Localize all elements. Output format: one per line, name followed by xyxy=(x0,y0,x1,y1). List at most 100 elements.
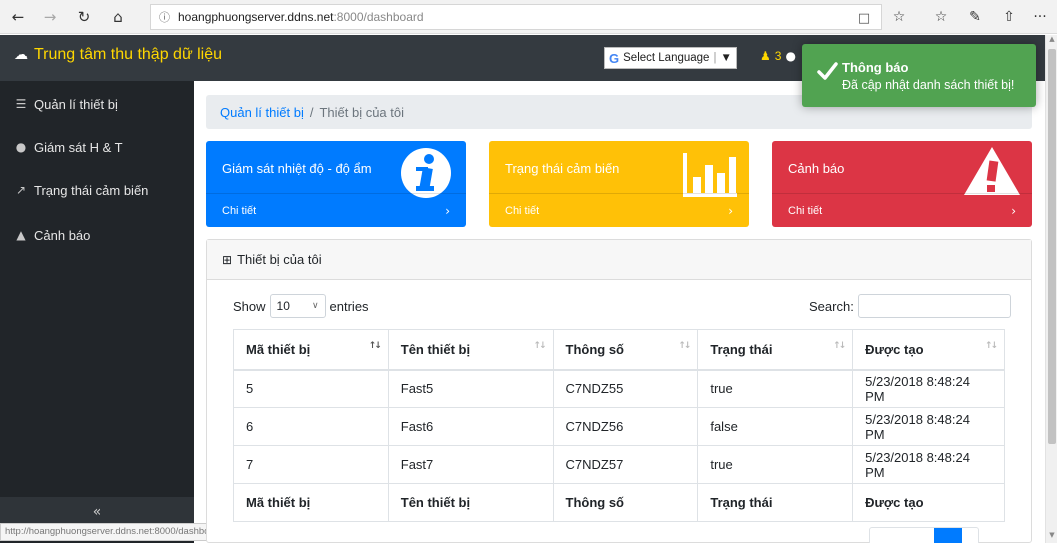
refresh-icon[interactable]: ↻ xyxy=(70,3,98,31)
column-footer-label: Mã thiết bị xyxy=(233,483,389,522)
chevron-down-icon: ∨ xyxy=(311,301,319,311)
sort-icon: ↑↓ xyxy=(984,341,998,351)
sidebar-item-device-management[interactable]: ☰ Quản lí thiết bị xyxy=(0,84,194,124)
toast-message: Đã cập nhật danh sách thiết bị! xyxy=(842,78,1015,92)
account-icon[interactable]: ● xyxy=(785,49,795,63)
search-input[interactable] xyxy=(857,294,1011,318)
pagination[interactable] xyxy=(869,527,979,543)
home-icon[interactable]: ⌂ xyxy=(104,3,132,31)
favorites-bar-icon[interactable]: ☆ xyxy=(928,4,954,30)
table-row: 6 Fast6 C7NDZ56 false 5/23/2018 8:48:24 … xyxy=(233,407,1005,446)
devices-panel-header: ⊞ Thiết bị của tôi xyxy=(207,240,1031,280)
language-select[interactable]: G Select Language | ▼ xyxy=(604,47,737,69)
column-header-label: Trạng thái xyxy=(710,341,773,357)
url-host: hoangphuongserver.ddns.net xyxy=(178,10,334,24)
pen-icon[interactable]: ✎ xyxy=(962,4,988,30)
chevron-right-icon: › xyxy=(445,203,450,218)
card-footer-label: Chi tiết xyxy=(505,204,540,217)
column-header-device-id[interactable]: Mã thiết bị ↑↓ xyxy=(233,329,389,371)
scroll-down-icon[interactable]: ▼ xyxy=(1046,531,1057,543)
card-footer-link[interactable]: Chi tiết › xyxy=(772,193,1032,227)
table-footer-row: Mã thiết bị Tên thiết bị Thông số Trạng … xyxy=(233,483,1005,522)
page-length-select[interactable]: 10 ∨ xyxy=(269,294,326,318)
user-menu[interactable]: ♟ 3 ● xyxy=(760,49,796,63)
url-path: :8000/dashboard xyxy=(333,10,424,24)
double-chevron-left-icon: « xyxy=(92,504,102,520)
devices-panel-title: Thiết bị của tôi xyxy=(237,252,322,267)
check-icon xyxy=(817,62,838,80)
column-footer-label: Thông số xyxy=(552,483,699,522)
language-label: Select Language xyxy=(623,52,710,64)
column-header-label: Thông số xyxy=(565,341,625,357)
card-title: Giám sát nhiệt độ - độ ẩm xyxy=(222,161,372,176)
breadcrumb-link[interactable]: Quản lí thiết bị xyxy=(220,105,304,120)
column-header-created[interactable]: Được tạo ↑↓ xyxy=(852,329,1005,371)
search-label: Search: xyxy=(809,298,854,314)
line-chart-icon: ↗ xyxy=(15,183,27,197)
share-icon[interactable]: ⇧ xyxy=(996,4,1022,30)
card-footer-link[interactable]: Chi tiết › xyxy=(489,193,749,227)
site-info-icon[interactable]: ⓘ xyxy=(159,9,170,25)
google-icon: G xyxy=(609,50,620,66)
table-cell: true xyxy=(697,369,854,408)
sidebar-item-label: Cảnh báo xyxy=(34,227,91,243)
sidebar-item-alerts[interactable]: ▲ Cảnh báo xyxy=(0,215,194,255)
toast-notification[interactable]: Thông báo Đã cập nhật danh sách thiết bị… xyxy=(802,44,1036,107)
table-search-control: Search: xyxy=(809,294,1011,318)
reading-view-icon[interactable]: □ xyxy=(853,5,875,31)
card-alerts[interactable]: Cảnh báo Chi tiết › xyxy=(772,141,1032,227)
sidebar-item-monitoring[interactable]: ● Giám sát H & T xyxy=(0,127,194,167)
scrollbar-thumb[interactable] xyxy=(1048,49,1056,444)
cloud-icon: ☁ xyxy=(14,47,28,63)
show-label: Show xyxy=(233,298,266,314)
favorite-icon[interactable]: ☆ xyxy=(886,4,912,30)
brand[interactable]: ☁ Trung tâm thu thập dữ liệu xyxy=(14,46,222,64)
column-header-label: Mã thiết bị xyxy=(246,341,311,357)
card-sensor-status[interactable]: Trạng thái cảm biến Chi tiết › xyxy=(489,141,749,227)
column-header-parameters[interactable]: Thông số ↑↓ xyxy=(552,329,699,371)
page-scrollbar[interactable]: ▲ ▼ xyxy=(1045,35,1057,543)
table-cell: 5 xyxy=(233,369,389,408)
address-bar[interactable]: ⓘ hoangphuongserver.ddns.net:8000/dashbo… xyxy=(150,4,882,30)
table-cell: Fast7 xyxy=(387,445,554,484)
card-title: Cảnh báo xyxy=(788,161,845,176)
column-footer-label: Được tạo xyxy=(852,483,1005,522)
page-length-control: Show 10 ∨ entries xyxy=(233,294,369,318)
column-footer-label: Trạng thái xyxy=(697,483,854,522)
card-footer-label: Chi tiết xyxy=(222,204,257,217)
sidebar-item-label: Quản lí thiết bị xyxy=(34,96,118,112)
table-header-row: Mã thiết bị ↑↓ Tên thiết bị ↑↓ Thông số ↑↓ … xyxy=(233,329,1005,371)
card-monitoring[interactable]: Giám sát nhiệt độ - độ ẩm Chi tiết › xyxy=(206,141,466,227)
forward-icon[interactable]: → xyxy=(36,3,64,31)
table-cell: 5/23/2018 8:48:24 PM xyxy=(852,407,1005,446)
status-bar-url: http://hoangphuongserver.ddns.net:8000/d… xyxy=(0,523,229,541)
page-length-value: 10 xyxy=(276,299,290,313)
chevron-right-icon: › xyxy=(1011,203,1016,218)
scroll-up-icon[interactable]: ▲ xyxy=(1046,35,1057,47)
table-cell: C7NDZ56 xyxy=(552,407,699,446)
table-cell: true xyxy=(697,445,854,484)
devices-panel: ⊞ Thiết bị của tôi Show 10 ∨ entries Sea… xyxy=(206,239,1032,543)
card-footer-link[interactable]: Chi tiết › xyxy=(206,193,466,227)
table-row: 5 Fast5 C7NDZ55 true 5/23/2018 8:48:24 P… xyxy=(233,369,1005,408)
language-divider: | xyxy=(713,52,717,64)
table-cell: 5/23/2018 8:48:24 PM xyxy=(852,445,1005,484)
entries-label: entries xyxy=(329,298,369,314)
warning-icon: ▲ xyxy=(16,228,26,242)
user-count: 3 xyxy=(774,49,782,63)
back-icon[interactable]: ← xyxy=(4,3,32,31)
table-cell: C7NDZ55 xyxy=(552,369,699,408)
chevron-right-icon: › xyxy=(728,203,733,218)
sidebar-item-label: Giám sát H & T xyxy=(34,139,123,155)
sidebar-item-label: Trạng thái cảm biến xyxy=(34,182,149,198)
more-icon[interactable]: ··· xyxy=(1027,4,1053,30)
breadcrumb-separator: / xyxy=(309,104,314,120)
column-header-status[interactable]: Trạng thái ↑↓ xyxy=(697,329,854,371)
pagination-active-page[interactable] xyxy=(934,528,962,543)
sidebar-item-sensor-status[interactable]: ↗ Trạng thái cảm biến xyxy=(0,170,194,210)
column-header-device-name[interactable]: Tên thiết bị ↑↓ xyxy=(387,329,554,371)
toast-title: Thông báo xyxy=(842,60,909,75)
browser-toolbar: ← → ↻ ⌂ ⓘ hoangphuongserver.ddns.net:800… xyxy=(0,0,1057,34)
brand-title: Trung tâm thu thập dữ liệu xyxy=(34,46,222,63)
table-cell: 5/23/2018 8:48:24 PM xyxy=(852,369,1005,408)
